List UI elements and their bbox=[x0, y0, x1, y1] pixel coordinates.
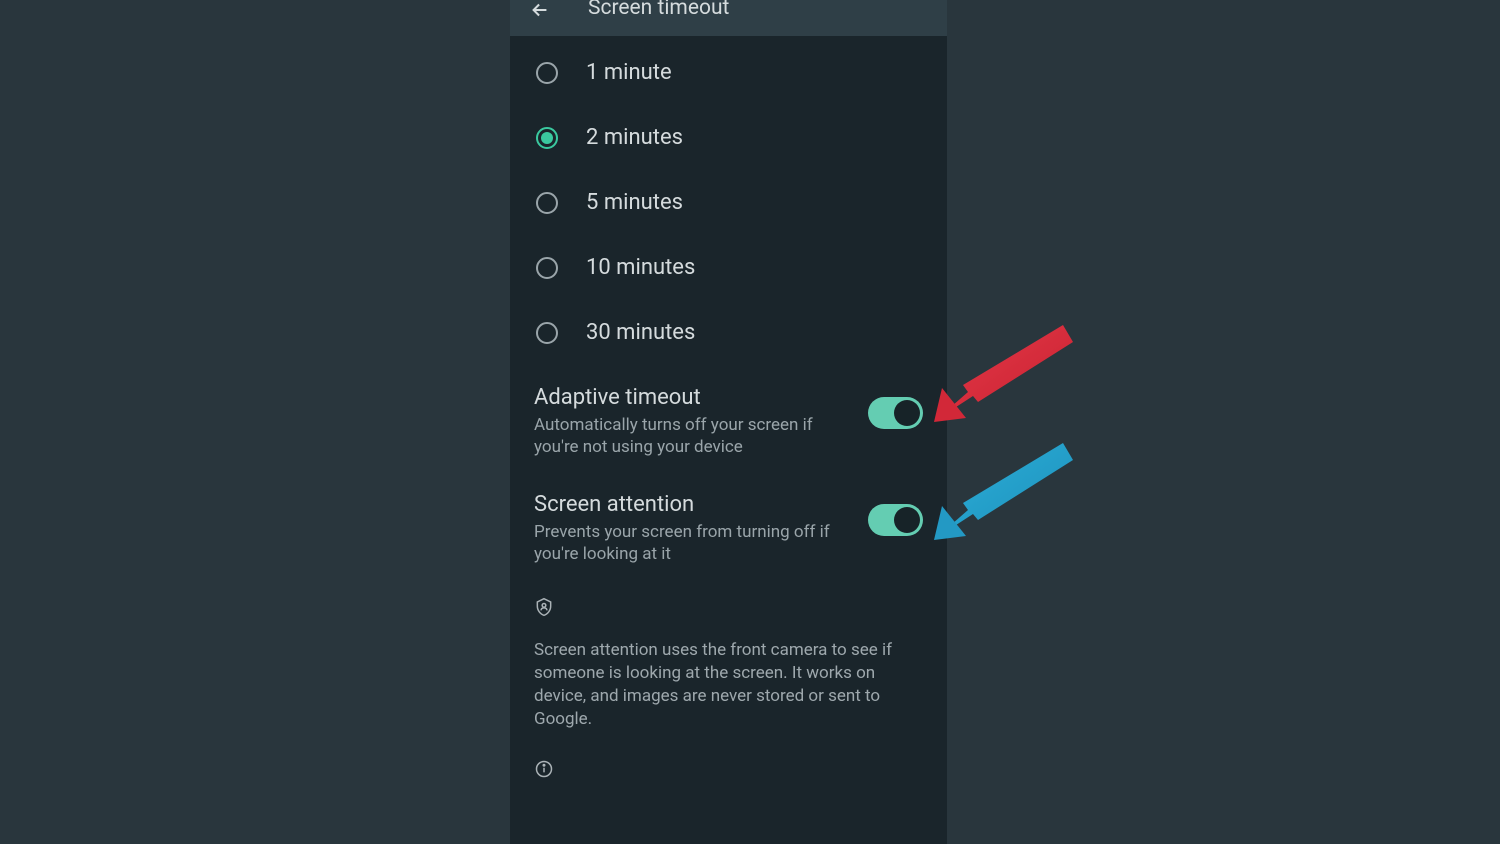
adaptive-timeout-title: Adaptive timeout bbox=[534, 385, 852, 410]
radio-label: 1 minute bbox=[586, 60, 672, 85]
radio-option-5-minutes[interactable]: 5 minutes bbox=[510, 170, 947, 235]
radio-icon bbox=[536, 322, 558, 344]
adaptive-timeout-toggle[interactable] bbox=[868, 397, 923, 429]
radio-option-1-minute[interactable]: 1 minute bbox=[510, 40, 947, 105]
adaptive-timeout-row[interactable]: Adaptive timeout Automatically turns off… bbox=[510, 369, 947, 476]
radio-option-2-minutes[interactable]: 2 minutes bbox=[510, 105, 947, 170]
screen-attention-row[interactable]: Screen attention Prevents your screen fr… bbox=[510, 476, 947, 583]
privacy-note-text: Screen attention uses the front camera t… bbox=[534, 639, 923, 731]
adaptive-timeout-desc: Automatically turns off your screen if y… bbox=[534, 414, 852, 458]
radio-icon bbox=[536, 62, 558, 84]
toggle-knob-icon bbox=[894, 400, 920, 426]
radio-icon bbox=[536, 127, 558, 149]
page-title: Screen timeout bbox=[588, 0, 729, 20]
radio-option-10-minutes[interactable]: 10 minutes bbox=[510, 235, 947, 300]
radio-label: 5 minutes bbox=[586, 190, 683, 215]
radio-label: 2 minutes bbox=[586, 125, 683, 150]
info-icon[interactable] bbox=[534, 759, 554, 779]
toggle-text-block: Screen attention Prevents your screen fr… bbox=[534, 492, 868, 565]
radio-label: 10 minutes bbox=[586, 255, 695, 280]
toggle-knob-icon bbox=[894, 507, 920, 533]
privacy-note-section: Screen attention uses the front camera t… bbox=[510, 583, 947, 797]
radio-icon bbox=[536, 257, 558, 279]
annotation-arrow-blue-icon bbox=[928, 438, 1078, 548]
radio-icon bbox=[536, 192, 558, 214]
radio-option-30-minutes[interactable]: 30 minutes bbox=[510, 300, 947, 365]
timeout-options-list: 1 minute 2 minutes 5 minutes 10 minutes … bbox=[510, 36, 947, 369]
back-arrow-icon[interactable] bbox=[528, 0, 552, 22]
screen-attention-title: Screen attention bbox=[534, 492, 852, 517]
annotation-arrow-red-icon bbox=[928, 320, 1078, 430]
screen-attention-desc: Prevents your screen from turning off if… bbox=[534, 521, 852, 565]
settings-screen: Screen timeout 1 minute 2 minutes 5 minu… bbox=[510, 0, 947, 844]
header-bar: Screen timeout bbox=[510, 0, 947, 36]
privacy-shield-icon bbox=[534, 597, 554, 617]
screen-attention-toggle[interactable] bbox=[868, 504, 923, 536]
radio-label: 30 minutes bbox=[586, 320, 695, 345]
toggle-text-block: Adaptive timeout Automatically turns off… bbox=[534, 385, 868, 458]
